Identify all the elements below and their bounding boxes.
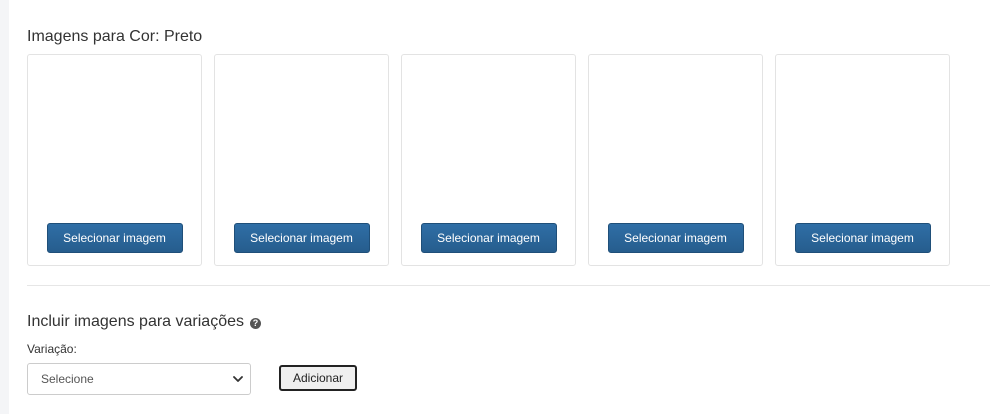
select-image-button[interactable]: Selecionar imagem <box>46 223 183 253</box>
image-slot: Selecionar imagem <box>401 54 576 266</box>
select-image-button[interactable]: Selecionar imagem <box>794 223 931 253</box>
chevron-down-icon <box>233 376 243 382</box>
variation-select[interactable]: Selecione <box>27 363 251 395</box>
section-divider <box>27 285 990 286</box>
select-image-button[interactable]: Selecionar imagem <box>233 223 370 253</box>
variation-select-value: Selecione <box>41 372 94 386</box>
image-slot: Selecionar imagem <box>588 54 763 266</box>
image-slot: Selecionar imagem <box>27 54 202 266</box>
variations-title: Incluir imagens para variações ? <box>27 312 261 332</box>
image-slot: Selecionar imagem <box>775 54 950 266</box>
left-sidebar-strip <box>0 0 9 414</box>
variation-label: Variação: <box>27 342 77 356</box>
select-image-button[interactable]: Selecionar imagem <box>420 223 557 253</box>
add-button[interactable]: Adicionar <box>279 365 357 391</box>
color-images-title: Imagens para Cor: Preto <box>27 28 203 45</box>
image-slot: Selecionar imagem <box>214 54 389 266</box>
image-slots: Selecionar imagem Selecionar imagem Sele… <box>27 54 950 266</box>
question-circle-icon[interactable]: ? <box>250 317 261 329</box>
select-image-button[interactable]: Selecionar imagem <box>607 223 744 253</box>
variations-title-text: Incluir imagens para variações <box>27 313 244 330</box>
